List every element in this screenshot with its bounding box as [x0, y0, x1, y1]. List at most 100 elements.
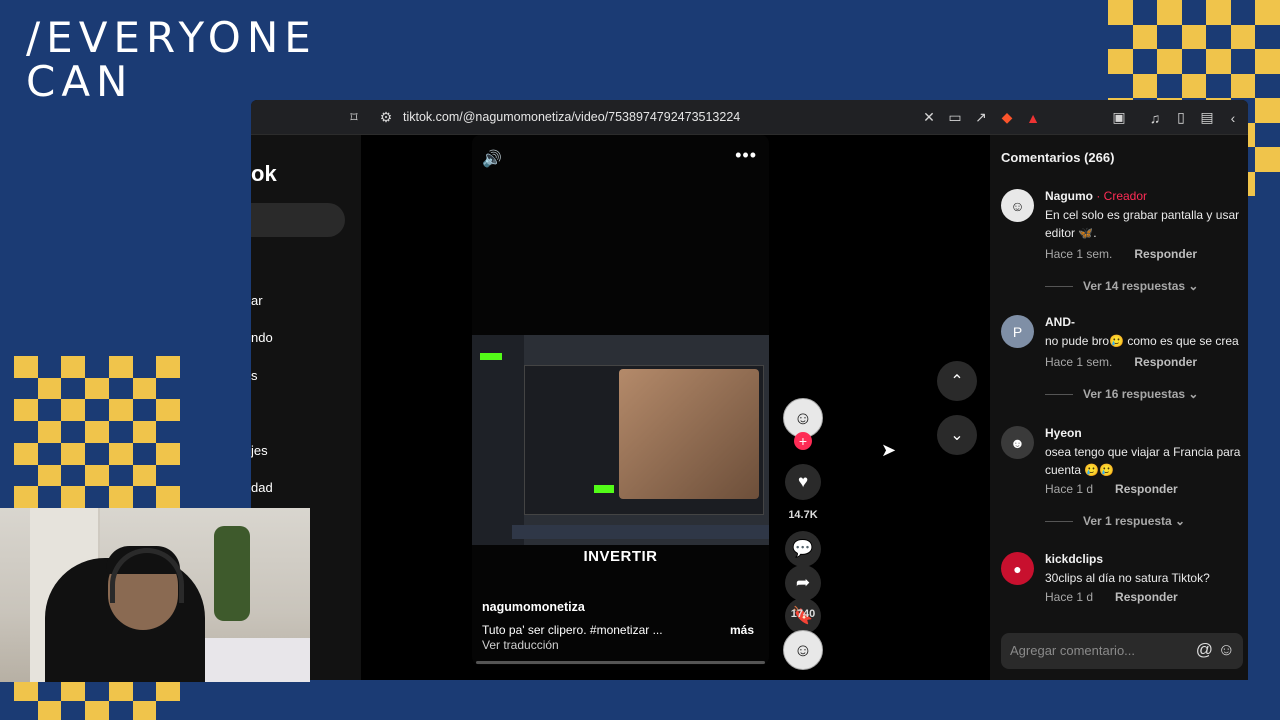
checker-cell: [109, 465, 133, 487]
nav-item[interactable]: ar: [251, 293, 263, 308]
checker-cell: [1230, 73, 1256, 98]
video-player[interactable]: 🔊 ••• INVERTIR nagumomonetiza Tuto pa' s…: [472, 135, 769, 665]
more-options-icon[interactable]: •••: [735, 145, 757, 166]
webcam-overlay: [0, 508, 310, 682]
previous-video-chevron-up-icon[interactable]: ⌃: [937, 361, 977, 401]
brave-shield-icon[interactable]: ◆: [996, 109, 1018, 126]
brand-line-2: CAN: [26, 57, 134, 106]
checker-cell: [1108, 49, 1133, 74]
no-media-icon[interactable]: ✕: [918, 109, 940, 126]
search-input[interactable]: [251, 203, 345, 237]
checker-cell: [132, 421, 157, 443]
media-icon[interactable]: ♫: [1144, 110, 1166, 126]
commenter-avatar[interactable]: ☺: [1001, 189, 1034, 222]
tiktok-logo[interactable]: ok: [251, 161, 277, 187]
screenshot-icon[interactable]: ▣: [1108, 109, 1130, 126]
checker-cell: [1255, 25, 1280, 50]
checker-cell: [156, 486, 180, 508]
view-replies-button[interactable]: Ver 14 respuestas ⌄: [1045, 279, 1198, 293]
checker-cell: [1157, 0, 1182, 25]
cast-icon[interactable]: ▭: [944, 109, 966, 126]
nav-item[interactable]: dad: [251, 480, 273, 495]
browser-toolbar: ⌑ ⚙ tiktok.com/@nagumomonetiza/video/753…: [251, 100, 1248, 135]
checker-cell: [61, 465, 85, 487]
frame-logo: [480, 353, 502, 360]
address-bar[interactable]: tiktok.com/@nagumomonetiza/video/7538974…: [403, 110, 740, 124]
comments-title: Comentarios (266): [1001, 150, 1115, 165]
comment-bubble-icon[interactable]: 💬: [785, 531, 821, 567]
checker-cell: [38, 356, 62, 378]
follow-plus-icon[interactable]: +: [794, 432, 812, 450]
reply-button[interactable]: Responder: [1134, 247, 1197, 261]
like-heart-icon[interactable]: ♥: [785, 464, 821, 500]
checker-cell: [14, 465, 38, 487]
view-replies-button[interactable]: Ver 16 respuestas ⌄: [1045, 387, 1198, 401]
next-video-chevron-down-icon[interactable]: ⌄: [937, 415, 977, 455]
reply-button[interactable]: Responder: [1115, 482, 1178, 496]
bookmark-icon[interactable]: ⌑: [343, 109, 365, 126]
webcam-bed: [205, 638, 310, 682]
share-icon[interactable]: ↗: [970, 109, 992, 126]
site-settings-icon[interactable]: ⚙: [375, 109, 397, 126]
wallet-icon[interactable]: ▤: [1196, 109, 1218, 126]
comments-panel: Comentarios (266) ☺ Nagumo · Creador En …: [990, 135, 1248, 680]
commenter-avatar[interactable]: ●: [1001, 552, 1034, 585]
comment-meta: Hace 1 d Responder: [1045, 590, 1178, 604]
back-arrow-icon[interactable]: ‹: [1222, 110, 1244, 126]
comment-meta: Hace 1 sem. Responder: [1045, 247, 1198, 261]
commenter-name[interactable]: Nagumo · Creador: [1045, 189, 1147, 203]
share-count: 1740: [790, 608, 816, 620]
commenter-name[interactable]: Hyeon: [1045, 426, 1082, 440]
commenter-avatar[interactable]: ☻: [1001, 426, 1034, 459]
commenter-name[interactable]: AND-: [1045, 315, 1075, 329]
checker-cell: [61, 378, 85, 400]
reply-button[interactable]: Responder: [1134, 355, 1197, 369]
commenter-name[interactable]: kickdclips: [1045, 552, 1103, 566]
commenter-avatar[interactable]: P: [1001, 315, 1034, 348]
view-replies-button[interactable]: Ver 1 respuesta ⌄: [1045, 514, 1185, 528]
checker-decoration-bottom-left: [14, 682, 180, 720]
video-author[interactable]: nagumomonetiza: [482, 600, 585, 614]
mention-at-icon[interactable]: @: [1196, 640, 1213, 660]
music-avatar[interactable]: ☺: [783, 630, 823, 670]
brave-rewards-icon[interactable]: ▲: [1022, 110, 1044, 126]
comment-text: osea tengo que viajar a Francia para cue…: [1045, 445, 1241, 477]
video-progress-bar[interactable]: [476, 661, 765, 664]
share-arrow-icon[interactable]: ➦: [785, 565, 821, 601]
checker-cell: [38, 682, 62, 701]
checker-cell: [133, 356, 157, 378]
nav-item[interactable]: ndo: [251, 330, 273, 345]
comment-input[interactable]: Agregar comentario... @ ☺: [1001, 633, 1243, 669]
checker-cell: [1231, 49, 1256, 74]
volume-icon[interactable]: 🔊: [482, 149, 502, 169]
checker-cell: [1255, 98, 1280, 123]
more-link[interactable]: más: [730, 623, 754, 637]
checker-cell: [108, 356, 133, 378]
checker-cell: [156, 682, 180, 701]
webcam-coat: [214, 526, 250, 621]
checker-cell: [37, 421, 62, 443]
checker-cell: [1157, 49, 1182, 74]
checker-cell: [14, 486, 38, 508]
nav-item[interactable]: s: [251, 368, 258, 383]
comment-input-placeholder: Agregar comentario...: [1010, 643, 1136, 658]
checker-cell: [1255, 123, 1280, 148]
translate-link[interactable]: Ver traducción: [482, 638, 559, 652]
checker-cell: [14, 442, 38, 465]
checker-cell: [85, 486, 109, 508]
checker-cell: [37, 377, 62, 400]
comment-text: no pude bro🥲 como es que se crea: [1045, 334, 1239, 348]
checker-cell: [61, 701, 85, 720]
checker-cell: [1255, 74, 1280, 99]
reply-button[interactable]: Responder: [1115, 590, 1178, 604]
checker-cell: [61, 442, 86, 465]
emoji-icon[interactable]: ☺: [1218, 640, 1235, 660]
checker-cell: [1108, 0, 1133, 25]
video-description: Tuto pa' ser clipero. #monetizar ...: [482, 623, 663, 637]
checker-cell: [1255, 0, 1280, 25]
sidebar-icon[interactable]: ▯: [1170, 109, 1192, 126]
checker-cell: [1108, 74, 1133, 99]
checker-cell: [14, 701, 38, 720]
nav-item[interactable]: jes: [251, 443, 268, 458]
checker-cell: [14, 356, 38, 378]
